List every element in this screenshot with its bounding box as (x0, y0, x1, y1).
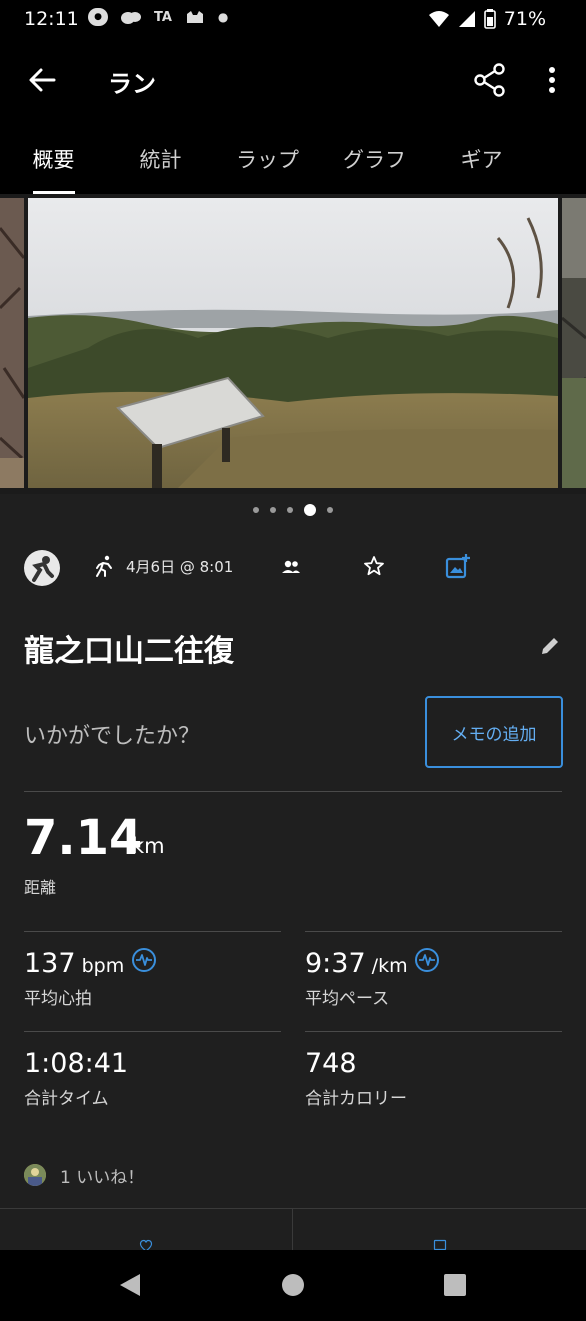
likes-count: 1 いいね！ (60, 1167, 145, 1188)
liker-avatar (24, 1164, 46, 1186)
heart-rate-zone-icon[interactable] (131, 947, 157, 973)
tab-stats[interactable]: 統計 (107, 120, 214, 194)
more-options-icon[interactable] (540, 60, 564, 100)
activity-photo[interactable] (28, 198, 558, 488)
carousel-dot[interactable] (270, 507, 276, 513)
nav-back-icon[interactable] (118, 1272, 142, 1298)
avg-pace-value: 9:37 /km (305, 948, 408, 979)
likes-row[interactable]: 1 いいね！ (24, 1162, 144, 1188)
pace-zone-icon[interactable] (414, 947, 440, 973)
add-photo-icon[interactable] (444, 552, 472, 580)
total-time-value: 1:08:41 (24, 1048, 129, 1079)
activity-details: 4月6日 @ 8:01 龍之口山二往復 いかがでしたか？ メモの追加 7.14 … (0, 494, 586, 1252)
avg-heart-rate-label: 平均心拍 (24, 989, 92, 1009)
line-icon: ● (88, 8, 108, 26)
add-memo-button[interactable]: メモの追加 (425, 696, 563, 768)
avg-heart-rate-value: 137 bpm (24, 948, 124, 979)
previous-photo[interactable] (0, 198, 24, 488)
tab-graph[interactable]: グラフ (321, 120, 428, 194)
pace-number: 9:37 (305, 948, 366, 979)
cloud-chat-icon (121, 12, 141, 24)
distance-value: 7.14 (24, 810, 143, 866)
share-icon[interactable] (470, 60, 510, 100)
distance-unit: km (132, 834, 165, 858)
carousel-indicator-dots (0, 500, 586, 520)
carousel-dot[interactable] (287, 507, 293, 513)
divider (305, 1031, 562, 1032)
tab-laps[interactable]: ラップ (214, 120, 321, 194)
battery-icon (483, 9, 496, 29)
status-bar: 12:11 ● TA ● 71% (0, 0, 586, 40)
divider (305, 931, 562, 932)
pace-unit: /km (365, 955, 408, 977)
notification-icons: ● TA ● (88, 8, 228, 26)
bottom-action-bar (0, 1208, 586, 1252)
nav-recents-icon[interactable] (444, 1274, 466, 1296)
system-navigation-bar (0, 1250, 586, 1321)
star-icon[interactable] (362, 554, 386, 578)
ta-icon: TA (154, 9, 172, 25)
heart-rate-number: 137 (24, 948, 76, 979)
system-indicators: 71% (428, 8, 546, 30)
edit-pencil-icon[interactable] (538, 634, 562, 658)
wifi-icon (428, 11, 449, 27)
avg-pace-label: 平均ペース (305, 989, 390, 1009)
divider (24, 931, 281, 932)
tab-bar: 概要 統計 ラップ グラフ ギア (0, 120, 586, 194)
feeling-prompt: いかがでしたか？ (24, 724, 201, 749)
divider (24, 791, 562, 792)
tab-gear[interactable]: ギア (428, 120, 535, 194)
heart-rate-unit: bpm (75, 955, 125, 977)
next-photo[interactable] (562, 198, 586, 488)
activity-date: 4月6日 @ 8:01 (126, 558, 234, 576)
divider (24, 1031, 281, 1032)
battery-percent: 71% (503, 8, 546, 30)
activity-title: 龍之口山二往復 (24, 634, 234, 669)
photo-carousel[interactable] (0, 194, 586, 494)
distance-label: 距離 (24, 878, 57, 897)
back-arrow-icon[interactable] (24, 62, 60, 98)
avatar[interactable] (24, 550, 60, 586)
total-calories-value: 748 (305, 1048, 357, 1079)
tab-overview[interactable]: 概要 (0, 120, 107, 194)
total-calories-label: 合計カロリー (305, 1089, 407, 1109)
nav-home-icon[interactable] (282, 1274, 304, 1296)
activity-meta-row: 4月6日 @ 8:01 (0, 550, 586, 590)
group-icon[interactable] (280, 556, 302, 578)
page-title: ラン (108, 70, 156, 98)
carousel-dot-active[interactable] (304, 504, 316, 516)
running-icon (96, 555, 112, 577)
divider (292, 1209, 293, 1251)
total-time-label: 合計タイム (24, 1089, 109, 1109)
cell-signal-icon (458, 11, 475, 27)
carousel-dot[interactable] (327, 507, 333, 513)
dot-icon: ● (217, 10, 229, 24)
cat-app-icon (186, 11, 203, 23)
carousel-dot[interactable] (253, 507, 259, 513)
status-time: 12:11 (24, 8, 79, 30)
app-bar: ラン (0, 40, 586, 120)
